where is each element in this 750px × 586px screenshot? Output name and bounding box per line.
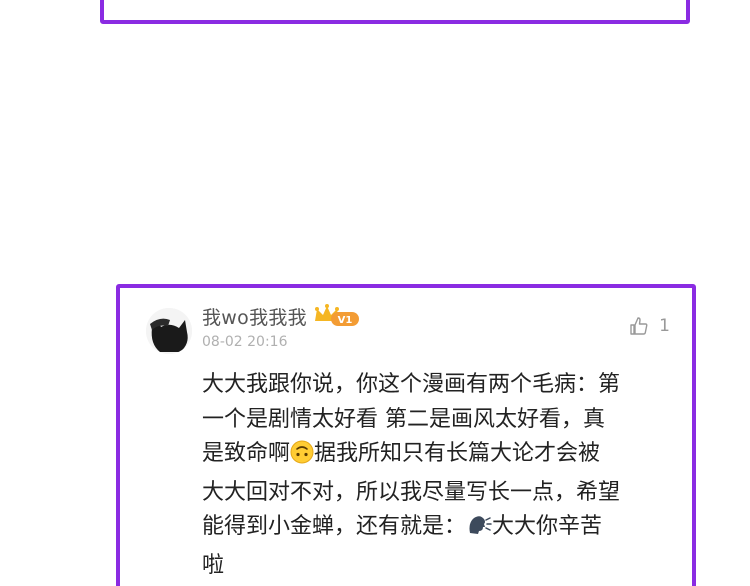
user-row: 我wo我我我 V1 xyxy=(202,302,361,330)
comment-text: 大大我跟你说，你这个漫画有两个毛病：第 一个是剧情太好看 第二是画风太好看，真 … xyxy=(202,368,672,583)
comment-line: 是致命啊 据我所知只有长篇大论才会被 xyxy=(202,437,672,476)
comment-line-segment: 能得到小金蝉，还有就是： xyxy=(202,514,467,539)
avatar[interactable] xyxy=(146,308,192,354)
timestamp: 08-02 20:16 xyxy=(202,334,288,350)
speaking-head-emoji-icon xyxy=(466,513,492,549)
thumbs-up-icon xyxy=(630,317,648,335)
black-cat-avatar-icon xyxy=(146,308,192,354)
crown-icon: V1 xyxy=(314,304,359,326)
comment-line-segment: 大大你辛苦 xyxy=(492,514,603,539)
comment-screenshot: 我wo我我我 V1 08-02 20:16 1 大大我跟你说，你这个漫画有两个毛… xyxy=(0,0,750,586)
username[interactable]: 我wo我我我 xyxy=(202,303,307,330)
previous-comment-card xyxy=(100,0,690,24)
comment-line-segment: 据我所知只有长篇大论才会被 xyxy=(314,441,601,466)
comment-line: 啦 xyxy=(202,552,225,578)
comment-line-segment: 是致命啊 xyxy=(202,441,291,466)
vip-level-text: V1 xyxy=(338,315,353,326)
comment-line-segment: 一个是剧情太好看 第二是画风太好看，真 xyxy=(202,406,605,432)
like-button[interactable]: 1 xyxy=(629,316,670,336)
vip-badge: V1 xyxy=(313,303,361,329)
comment-line: 一个是剧情太好看 第二是画风太好看，真 xyxy=(202,403,672,438)
comment-card: 我wo我我我 V1 08-02 20:16 1 大大我跟你说，你这个漫画有两个毛… xyxy=(116,284,696,586)
comment-line: 大大回对不对，所以我尽量写长一点，希望 xyxy=(202,479,621,505)
upside-down-face-emoji-icon xyxy=(290,440,314,476)
like-count: 1 xyxy=(659,316,670,336)
comment-line: 能得到小金蝉，还有就是： 大大你辛苦 xyxy=(202,510,672,549)
comment-line: 大大我跟你说，你这个漫画有两个毛病：第 xyxy=(202,372,621,397)
